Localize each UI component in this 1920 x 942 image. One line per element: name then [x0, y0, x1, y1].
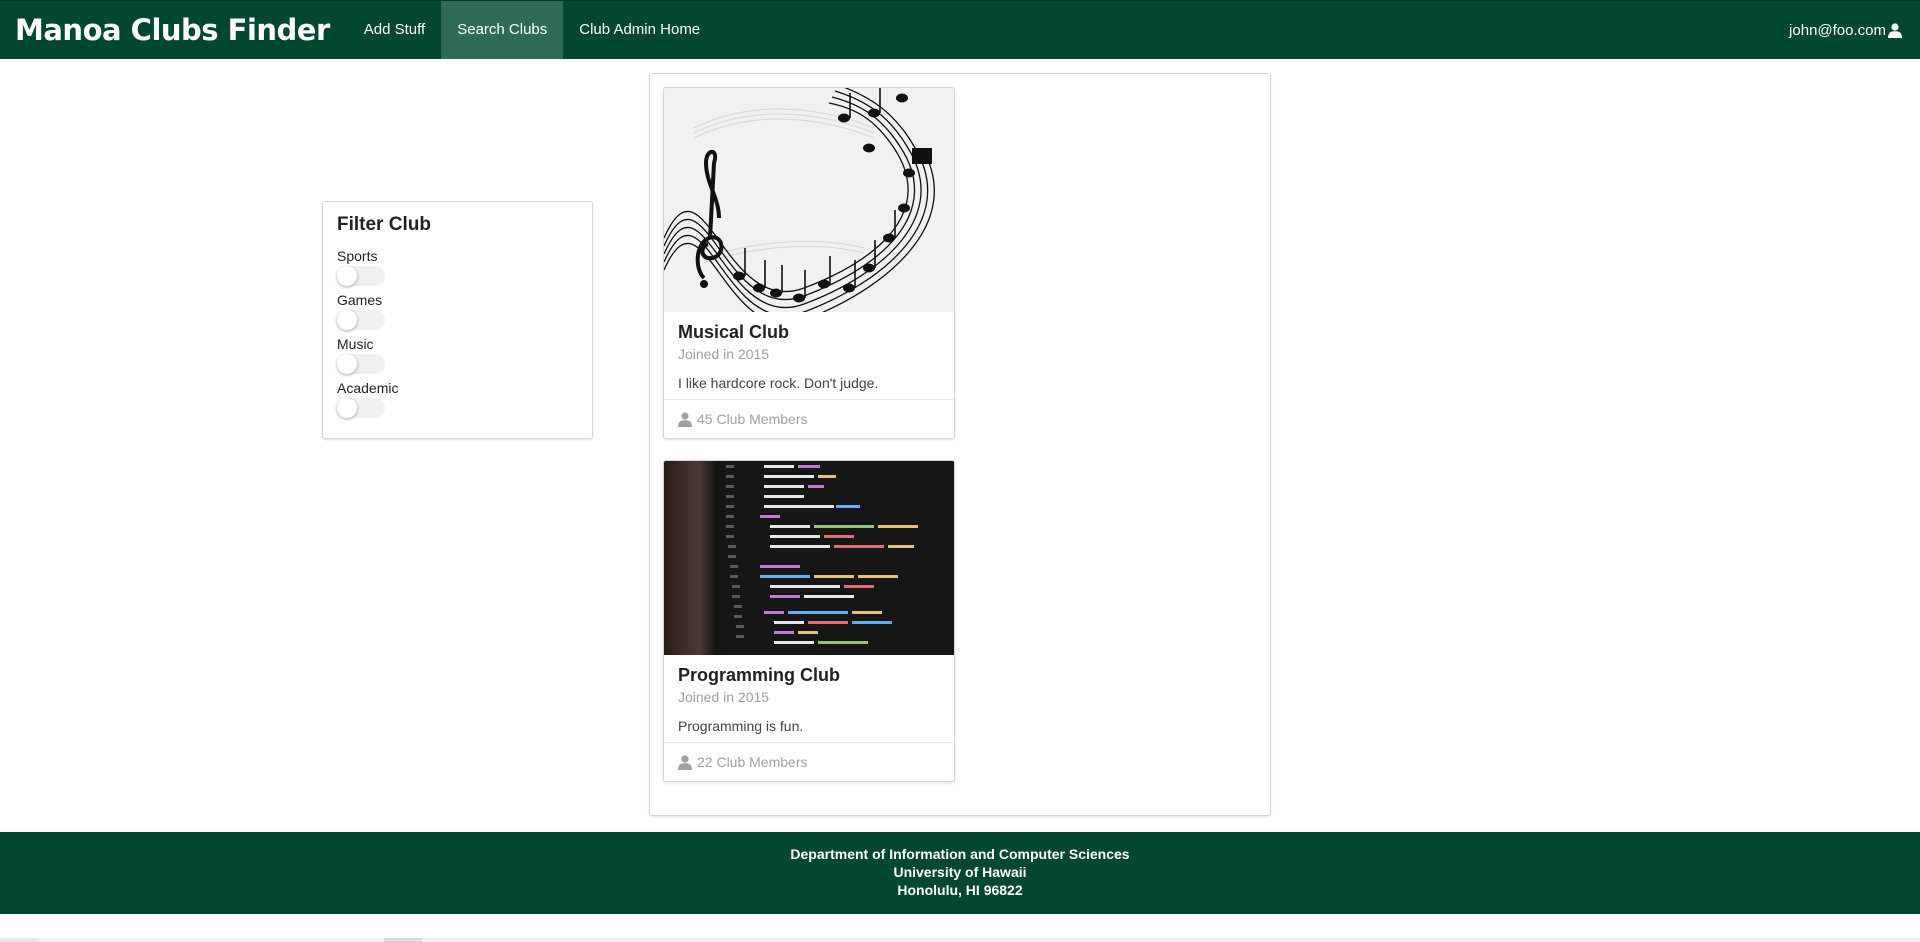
filter-label: Games	[337, 292, 383, 308]
card-content: Musical Club Joined in 2015 I like hardc…	[664, 312, 954, 399]
top-navbar: Manoa Clubs Finder Add Stuff Search Club…	[0, 0, 1920, 59]
filter-club-panel: Filter Club Sports Games Music Academic	[322, 201, 593, 439]
music-notes-image	[664, 88, 954, 312]
user-menu[interactable]: john@foo.com	[1789, 1, 1920, 59]
card-content: Programming Club Joined in 2015 Programm…	[664, 655, 954, 742]
filter-label: Music	[337, 336, 374, 352]
club-description: I like hardcore rock. Don't judge.	[678, 375, 879, 391]
club-members: 45 Club Members	[664, 399, 954, 438]
toggle-knob	[337, 398, 357, 418]
footer-department: Department of Information and Computer S…	[790, 846, 1130, 862]
academic-toggle[interactable]	[337, 398, 385, 418]
user-icon	[1888, 22, 1902, 38]
music-toggle[interactable]	[337, 354, 385, 374]
filter-title: Filter Club	[337, 214, 431, 235]
footer-address: Honolulu, HI 96822	[897, 882, 1023, 898]
club-joined-meta: Joined in 2015	[678, 346, 770, 362]
footer-university: University of Hawaii	[893, 864, 1027, 880]
club-title[interactable]: Musical Club	[678, 322, 940, 343]
filter-option-academic: Academic	[337, 380, 578, 418]
club-title[interactable]: Programming Club	[678, 665, 940, 686]
filter-option-games: Games	[337, 292, 578, 330]
club-card-programming[interactable]: Programming Club Joined in 2015 Programm…	[663, 460, 955, 782]
club-members-count: 45 Club Members	[697, 411, 808, 427]
bottom-strip	[0, 938, 1920, 942]
filter-label: Academic	[337, 380, 399, 396]
brand-title[interactable]: Manoa Clubs Finder	[0, 1, 348, 59]
club-description: Programming is fun.	[678, 718, 804, 734]
club-card-musical[interactable]: Musical Club Joined in 2015 I like hardc…	[663, 87, 955, 439]
filter-label: Sports	[337, 248, 378, 264]
user-icon	[678, 411, 692, 427]
club-members-count: 22 Club Members	[697, 754, 808, 770]
club-members: 22 Club Members	[664, 742, 954, 781]
toggle-knob	[337, 310, 357, 330]
sports-toggle[interactable]	[337, 266, 385, 286]
club-joined-meta: Joined in 2015	[678, 689, 770, 705]
nav-add-stuff[interactable]: Add Stuff	[348, 1, 441, 59]
footer: Department of Information and Computer S…	[0, 832, 1920, 914]
user-email: john@foo.com	[1789, 21, 1886, 39]
toggle-knob	[337, 266, 357, 286]
nav-search-clubs[interactable]: Search Clubs	[441, 1, 564, 59]
filter-option-sports: Sports	[337, 248, 578, 286]
code-screen-image	[664, 461, 954, 655]
user-icon	[678, 754, 692, 770]
nav-club-admin-home[interactable]: Club Admin Home	[563, 1, 716, 59]
filter-option-music: Music	[337, 336, 578, 374]
toggle-knob	[337, 354, 357, 374]
club-cards-container: Musical Club Joined in 2015 I like hardc…	[649, 73, 1271, 816]
games-toggle[interactable]	[337, 310, 385, 330]
